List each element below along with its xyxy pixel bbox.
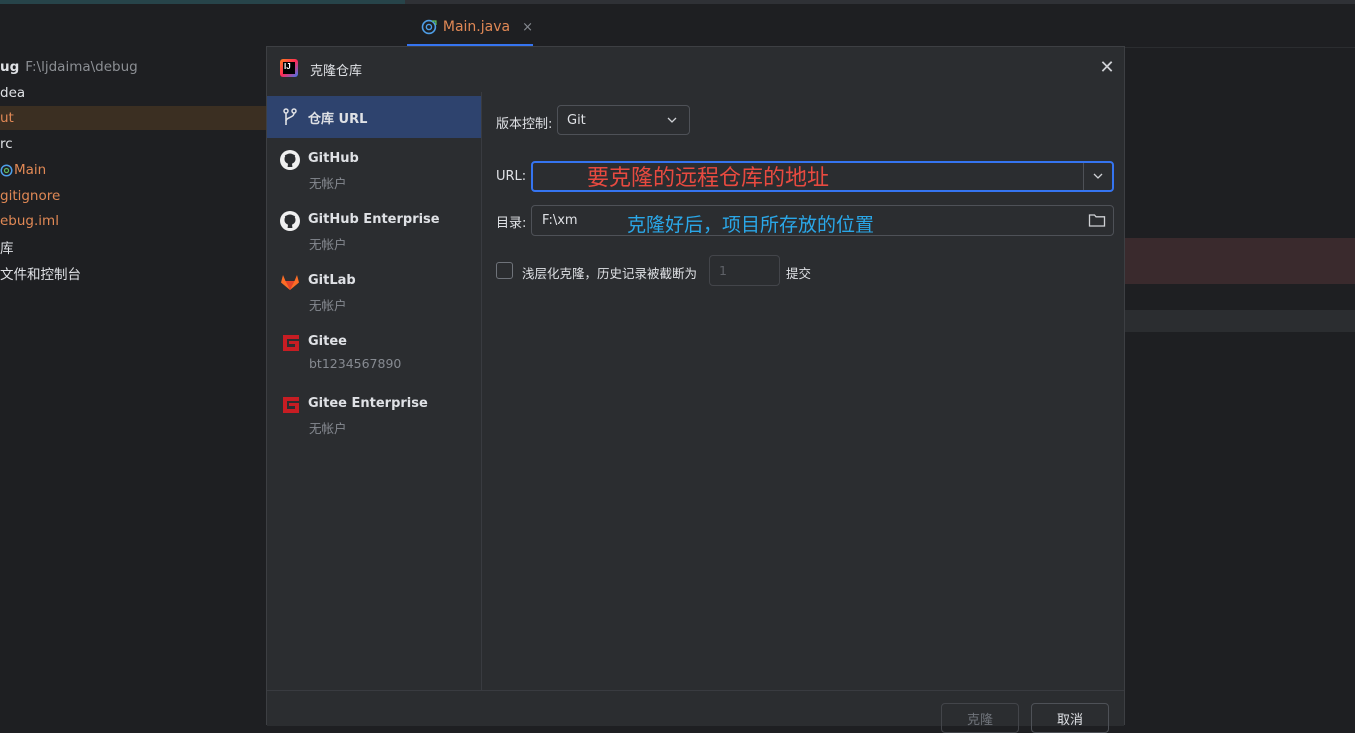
gitlab-icon — [279, 271, 301, 293]
sidebar-item-github[interactable]: GitHub 无帐户 — [267, 139, 481, 197]
sidebar-item-name: Gitee Enterprise — [308, 396, 428, 411]
dialog-main-panel: 版本控制: Git URL: 要克隆的远程仓库的地址 目录: F:\xm 克隆好… — [483, 92, 1124, 690]
tree-item[interactable]: gitignore — [0, 184, 266, 208]
top-strip-accent — [0, 0, 405, 4]
github-icon — [279, 210, 301, 232]
sidebar-item-gitee[interactable]: Gitee bt1234567890 — [267, 322, 481, 380]
close-icon[interactable]: ✕ — [1097, 57, 1117, 79]
editor-tab-main-java[interactable]: Main.java × — [407, 10, 533, 46]
chevron-down-icon — [667, 117, 677, 123]
sidebar-item-gitlab[interactable]: GitLab 无帐户 — [267, 261, 481, 319]
tree-item-label: rc — [0, 136, 13, 152]
sidebar-item-name: GitHub Enterprise — [308, 212, 440, 227]
tree-item[interactable]: 文件和控制台 — [0, 261, 266, 285]
editor-highlight-band — [1125, 238, 1355, 284]
sidebar-item-account: 无帐户 — [309, 298, 347, 313]
clone-repository-dialog: IJ 克隆仓库 ✕ 仓库 URL GitHub 无帐户 GitHub Enterpri… — [266, 46, 1125, 733]
tree-item[interactable]: ebug.iml — [0, 209, 266, 233]
gitee-icon — [279, 394, 301, 416]
shallow-clone-checkbox[interactable] — [496, 262, 513, 279]
tree-item-label: ug — [0, 59, 20, 75]
clone-depth-value: 1 — [719, 263, 727, 278]
sidebar-item-name: GitHub — [308, 151, 359, 166]
tree-item-path: F:\ljdaima\debug — [25, 59, 138, 75]
tree-item-label: Main — [14, 162, 47, 178]
sidebar-item-account: 无帐户 — [309, 176, 347, 191]
sidebar-item-url[interactable]: 仓库 URL — [267, 96, 481, 138]
sidebar-item-account: 无帐户 — [309, 421, 347, 436]
dialog-title: 克隆仓库 — [310, 64, 363, 79]
url-history-dropdown[interactable] — [1083, 163, 1112, 190]
cancel-button[interactable]: 取消 — [1031, 703, 1109, 733]
chevron-down-icon — [1093, 173, 1103, 179]
directory-input-value: F:\xm — [542, 213, 578, 228]
clone-button[interactable]: 克隆 — [941, 703, 1019, 733]
sidebar-item-account: 无帐户 — [309, 237, 347, 252]
sidebar-item-name: Gitee — [308, 334, 347, 349]
directory-annotation: 克隆好后，项目所存放的位置 — [627, 214, 875, 236]
tree-item-label: 文件和控制台 — [0, 267, 81, 283]
github-icon — [279, 149, 301, 171]
sidebar-item-gitee-enterprise[interactable]: Gitee Enterprise 无帐户 — [267, 384, 481, 442]
tree-item[interactable]: Main — [0, 158, 266, 182]
tree-item-label: 库 — [0, 241, 14, 257]
commits-label: 提交 — [786, 266, 812, 281]
editor-background — [1125, 48, 1355, 725]
vcs-select[interactable]: Git — [557, 105, 690, 135]
url-annotation: 要克隆的远程仓库的地址 — [587, 166, 830, 191]
directory-label: 目录: — [496, 216, 527, 231]
dialog-sidebar: 仓库 URL GitHub 无帐户 GitHub Enterprise 无帐户 GitLa… — [267, 92, 482, 690]
project-tree: ug F:\ljdaima\debug dea ut rc Main gitignore eb… — [0, 48, 266, 725]
intellij-logo-icon: IJ — [280, 59, 298, 77]
editor-tab-bar: Main.java × — [405, 4, 1355, 48]
tree-item-label: gitignore — [0, 188, 61, 204]
tree-item[interactable]: ug F:\ljdaima\debug — [0, 55, 266, 79]
vcs-branch-icon — [279, 106, 301, 128]
vcs-select-value: Git — [567, 112, 586, 128]
tab-close-icon[interactable]: × — [522, 20, 533, 35]
editor-tab-label: Main.java — [442, 19, 511, 35]
java-class-icon — [0, 163, 13, 177]
dialog-title-bar: IJ 克隆仓库 ✕ — [267, 47, 1124, 92]
url-label: URL: — [496, 169, 527, 184]
tree-item[interactable]: dea — [0, 81, 266, 105]
folder-icon[interactable] — [1088, 212, 1106, 228]
sidebar-item-name: 仓库 URL — [308, 112, 368, 127]
dialog-footer: 克隆 取消 — [267, 690, 1124, 733]
tree-item-label: dea — [0, 85, 26, 101]
tree-item[interactable]: rc — [0, 132, 266, 156]
shallow-clone-label: 浅层化克隆，历史记录被截断为 — [522, 266, 698, 281]
tree-item-label: ut — [0, 110, 14, 126]
gitee-icon — [279, 332, 301, 354]
tree-item[interactable]: ut — [0, 106, 266, 130]
tree-item[interactable]: 库 — [0, 235, 266, 259]
vcs-label: 版本控制: — [496, 117, 553, 132]
clone-depth-input[interactable]: 1 — [709, 255, 780, 286]
sidebar-item-github-enterprise[interactable]: GitHub Enterprise 无帐户 — [267, 200, 481, 258]
tree-item-label: ebug.iml — [0, 213, 59, 229]
java-class-icon — [421, 19, 437, 35]
sidebar-item-name: GitLab — [308, 273, 356, 288]
sidebar-item-account: bt1234567890 — [309, 356, 402, 371]
editor-gray-band — [1125, 310, 1355, 332]
